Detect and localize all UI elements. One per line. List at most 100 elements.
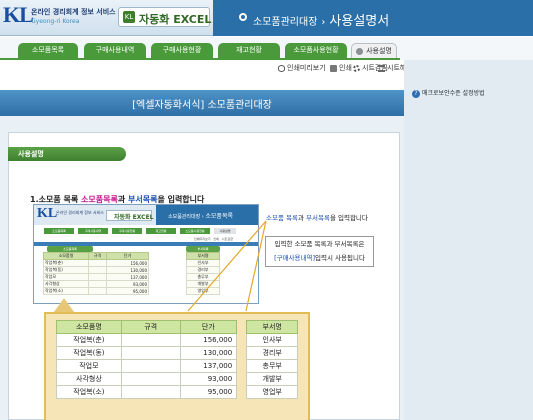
cell-spec: [120, 359, 181, 373]
cell-dept: 경리부: [246, 346, 298, 360]
mini-cell-name: 작업복(소): [43, 287, 89, 295]
step1-conj: 과: [117, 195, 126, 204]
mini-tab: 재고현황: [146, 228, 176, 234]
table-row: 작업복(동) 130,000: [43, 266, 150, 274]
table-row: 작업복(춘) 156,000: [43, 259, 150, 267]
mini-cell-price: 137,000: [105, 273, 150, 281]
cell-item: 작업복(소): [56, 385, 122, 399]
right-sidebar: ? 매크로보안수준 설정방법: [404, 60, 533, 420]
app-header: KL 온라인 경리회계 정보 서비스 Gyeong-ri Korea KL 자동…: [0, 0, 533, 36]
table-row: 작업모 137,000 총무부: [56, 359, 298, 373]
cell-gap: [236, 372, 247, 386]
step1-blue: 부서목록: [127, 195, 158, 204]
unlock-sheet-button[interactable]: 시트해제: [378, 63, 404, 73]
cell-item: 사각형상: [56, 372, 122, 386]
connector-line: [245, 220, 267, 312]
table-row: 작업복(소) 95,000: [43, 287, 150, 295]
mini-cell-price: 93,000: [105, 280, 150, 288]
cell-gap: [236, 346, 247, 360]
tab-supplies-list[interactable]: 소모품목록: [18, 43, 78, 58]
header-breadcrumb-bar: 소모품관리대장 › 사용설명서: [213, 0, 533, 36]
print-button[interactable]: 인쇄: [330, 63, 352, 73]
macro-security-help-label: 매크로보안수준 설정방법: [422, 90, 485, 97]
mini-kl-logo: KL: [37, 206, 57, 222]
cell-spec: [120, 385, 181, 399]
tab-purchase-usage-history[interactable]: 구매사용내역: [84, 43, 146, 58]
mini-col-header: 규격: [87, 252, 107, 260]
mini-tab: 구매사용현황: [112, 228, 142, 234]
mini-logo-text: 온라인 경리회계 정보 서비스: [56, 210, 104, 215]
step1-suffix: 을 입력합니다: [157, 195, 205, 204]
print-label: 인쇄: [339, 64, 352, 72]
note1-end: 을 입력합니다: [329, 214, 368, 222]
mini-logo-mark: KL: [37, 206, 58, 221]
connector-line: [187, 220, 267, 312]
product-badge: KL 자동화 EXCEL: [118, 7, 212, 27]
tab-purchase-usage-status[interactable]: 구매사용현황: [151, 43, 213, 58]
note1-mid: 과: [297, 214, 307, 222]
tab-bar: 소모품목록 구매사용내역 구매사용현황 재고현황 소모품사용현황 사용설명: [0, 37, 533, 60]
cell-dept: 총무부: [246, 359, 298, 373]
note1-blue2: 부서목록: [306, 214, 330, 222]
print-preview-button[interactable]: 인쇄미리보기: [278, 63, 326, 73]
mini-product-name: 자동화 EXCEL: [114, 214, 154, 221]
cell-dept: 영업부: [246, 385, 298, 399]
mini-col-header: 소모품명: [43, 252, 89, 260]
toolbar: 인쇄미리보기 인쇄 시트감금 시트해제: [0, 60, 404, 76]
help-icon: ?: [412, 90, 420, 98]
mini-cell-spec: [87, 259, 107, 267]
breadcrumb-parent[interactable]: 소모품관리대장: [253, 17, 317, 28]
cell-dept: 개발부: [246, 372, 298, 386]
cell-gap: [236, 385, 247, 399]
mini-cell-price: 95,000: [105, 287, 150, 295]
cell-gap: [236, 333, 247, 347]
note2-line2: [구매사용내역]입력시 사용됩니다: [266, 251, 373, 265]
unlock-sheet-icon: [378, 64, 385, 72]
unlock-sheet-label: 시트해제: [387, 64, 404, 72]
mini-cell-spec: [87, 280, 107, 288]
mini-col-header: 단가: [105, 252, 150, 260]
table-row: 작업복(춘) 156,000 인사부: [56, 333, 298, 347]
step1-pink: 소모품목록: [81, 195, 118, 204]
cell-price: 93,000: [179, 372, 238, 386]
note2-blue: [구매사용내역]: [274, 254, 316, 262]
excel-icon: KL: [123, 11, 135, 23]
callout-pointer: [54, 298, 74, 312]
tab-supplies-usage-status[interactable]: 소모품사용현황: [285, 43, 347, 58]
tab-inventory-status[interactable]: 재고현황: [218, 43, 280, 58]
col-gap: [236, 320, 247, 334]
col-header-price: 단가: [179, 320, 238, 334]
preview-icon: [278, 64, 285, 72]
table-row: 사각형상 93,000: [43, 280, 150, 288]
mini-cell-price: 156,000: [105, 259, 150, 267]
tab-usage-guide[interactable]: 사용설명: [351, 43, 397, 58]
zoomed-supplies-table: 소모품명 규격 단가 부서명 작업복(춘) 156,000 인사부 작업복(동)…: [56, 320, 298, 399]
col-header-spec: 규격: [120, 320, 181, 334]
mini-cell-name: 작업모: [43, 273, 89, 281]
cell-item: 작업복(동): [56, 346, 122, 360]
cell-dept: 인사부: [246, 333, 298, 347]
callout-connector: [187, 220, 267, 312]
macro-security-help-link[interactable]: ? 매크로보안수준 설정방법: [412, 88, 485, 98]
mini-cell-name: 작업복(춘): [43, 259, 89, 267]
logo-line1: 온라인 경리회계 정보 서비스: [31, 8, 116, 16]
logo-mark: KL: [3, 2, 34, 27]
table-row: 작업복(동) 130,000 경리부: [56, 346, 298, 360]
logo-text: 온라인 경리회계 정보 서비스 Gyeong-ri Korea: [31, 8, 116, 26]
cell-spec: [120, 333, 181, 347]
cell-spec: [120, 346, 181, 360]
table-row: 사각형상 93,000 개발부: [56, 372, 298, 386]
mini-supplies-table: 소모품명 규격 단가 작업복(춘) 156,000 작업복(동) 130,000 작업모…: [43, 252, 150, 295]
product-name: 자동화 EXCEL: [139, 13, 212, 26]
page-title: [엑셀자동화서식] 소모품관리대장: [132, 100, 272, 111]
note-usage-info: 입력한 소모품 목록과 부서목록은 [구매사용내역]입력시 사용됩니다: [265, 236, 374, 267]
mini-cell-name: 사각형상: [43, 280, 89, 288]
kl-logo[interactable]: KL: [3, 2, 34, 28]
print-icon: [330, 64, 337, 72]
mini-cell-spec: [87, 287, 107, 295]
section-title: 사용설명: [18, 150, 44, 158]
circle-bullet-icon: [239, 13, 247, 21]
cell-item: 작업복(춘): [56, 333, 122, 347]
col-header-dept: 부서명: [246, 320, 298, 334]
col-header-item: 소모품명: [56, 320, 122, 334]
